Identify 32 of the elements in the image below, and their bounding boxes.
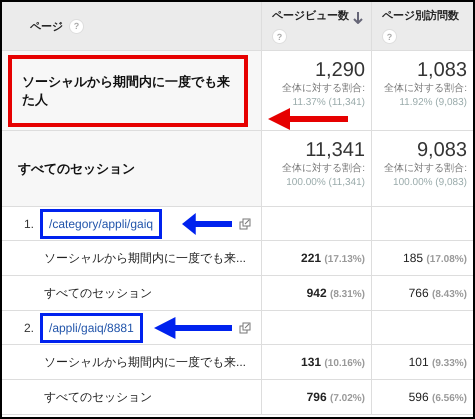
segment-label: すべてのセッション — [44, 284, 152, 302]
metric-value: 131 (10.16%) — [301, 355, 365, 369]
metric-value: 796 (7.02%) — [306, 390, 365, 404]
metric-value: 1,290 — [314, 59, 365, 82]
page-link[interactable]: /category/appli/gaiq — [49, 216, 154, 230]
row-index: 1. — [22, 216, 34, 230]
header-cell[interactable]: ページ ? — [2, 2, 262, 51]
metric-value: 11,341 — [305, 139, 365, 162]
percentage-note: 全体に対する割合: 11.37% (11,341) — [281, 82, 365, 109]
metric-value: 596 (6.56%) — [408, 390, 467, 404]
percentage-note: 全体に対する割合: 11.92% (9,083) — [383, 82, 467, 109]
segment-label: ソーシャルから期間内に一度でも来... — [44, 354, 246, 370]
percentage-note: 全体に対する割合: 100.00% (9,083) — [383, 162, 467, 189]
percentage-note: 全体に対する割合: 100.00% (11,341) — [281, 162, 365, 189]
column-header[interactable]: ページ別訪問数 — [382, 8, 459, 23]
page-link[interactable]: /appli/gaiq/8881 — [49, 320, 134, 334]
segment-label: ソーシャルから期間内に一度でも来... — [44, 250, 246, 266]
header-cell[interactable]: ページビュー数 ? — [262, 2, 372, 51]
segment-label: すべてのセッション — [44, 388, 152, 406]
metric-value: 101 (9.33%) — [408, 355, 467, 369]
row-index: 2. — [22, 320, 34, 334]
segment-label: ソーシャルから期間内に一度でも来た人 — [22, 74, 230, 106]
column-header[interactable]: ページ — [30, 18, 63, 34]
header-cell[interactable]: ページ別訪問数 ? — [372, 2, 473, 51]
metric-value: 9,083 — [416, 139, 467, 162]
metric-value: 942 (8.31%) — [306, 286, 365, 300]
segment-label: すべてのセッション — [18, 160, 135, 176]
metric-value: 221 (17.13%) — [301, 251, 365, 265]
metric-value: 1,083 — [416, 59, 467, 82]
column-header[interactable]: ページビュー数 — [272, 8, 349, 23]
metric-value: 185 (17.08%) — [403, 251, 467, 265]
metric-value: 766 (8.43%) — [408, 286, 467, 300]
